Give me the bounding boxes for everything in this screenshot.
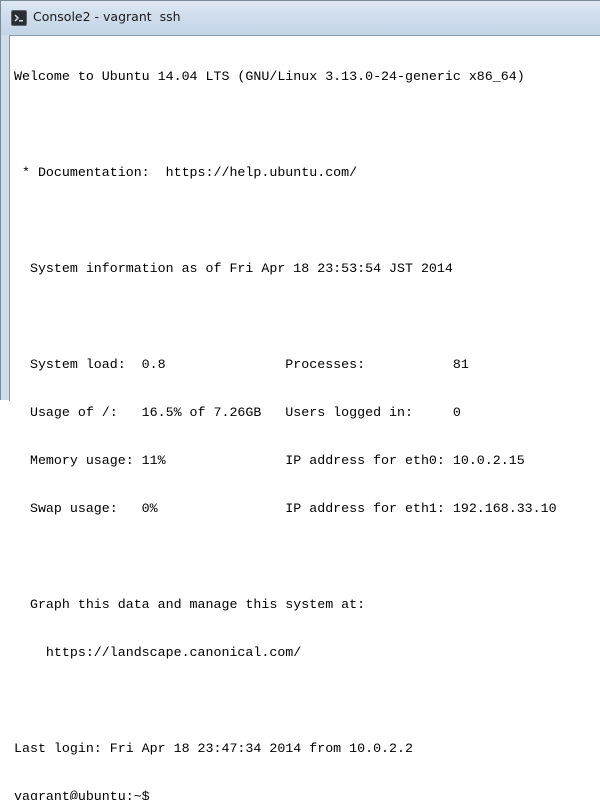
terminal-line: Memory usage: 11% IP address for eth0: 1…	[14, 453, 525, 468]
terminal-line: * Documentation: https://help.ubuntu.com…	[14, 165, 358, 180]
terminal-line: https://landscape.canonical.com/	[14, 645, 302, 660]
console-app-icon[interactable]	[11, 10, 27, 26]
terminal-line: Swap usage: 0% IP address for eth1: 192.…	[14, 501, 557, 516]
terminal-line: System load: 0.8 Processes: 81	[14, 357, 469, 372]
terminal-area[interactable]: Welcome to Ubuntu 14.04 LTS (GNU/Linux 3…	[9, 35, 600, 800]
terminal-line: System information as of Fri Apr 18 23:5…	[14, 261, 453, 276]
title-bar[interactable]: Console2 - vagrant ssh	[1, 1, 600, 35]
terminal-prompt-line[interactable]: vagrant@ubuntu:~$	[14, 789, 600, 800]
terminal-line: Welcome to Ubuntu 14.04 LTS (GNU/Linux 3…	[14, 69, 525, 84]
console-window: Console2 - vagrant ssh Welcome to Ubuntu…	[0, 0, 600, 800]
terminal-line: Last login: Fri Apr 18 23:47:34 2014 fro…	[14, 741, 413, 756]
terminal-prompt: vagrant@ubuntu:~$	[14, 789, 150, 800]
terminal-output: Welcome to Ubuntu 14.04 LTS (GNU/Linux 3…	[14, 37, 600, 800]
window-title: Console2 - vagrant ssh	[33, 9, 181, 24]
terminal-line: Usage of /: 16.5% of 7.26GB Users logged…	[14, 405, 461, 420]
terminal-line: Graph this data and manage this system a…	[14, 597, 366, 612]
